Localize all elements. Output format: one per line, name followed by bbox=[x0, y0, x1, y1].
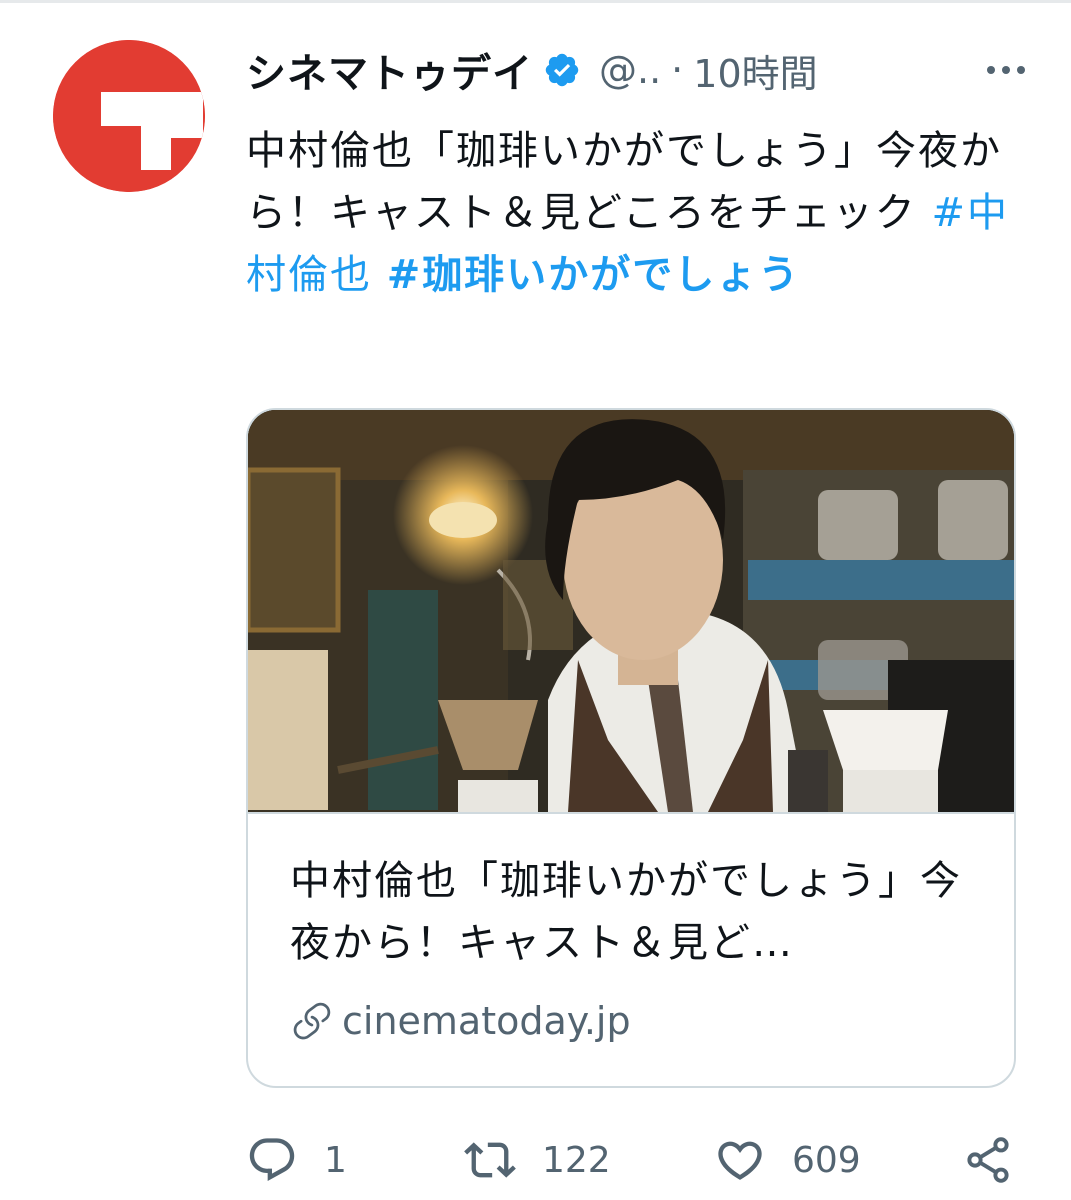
top-divider bbox=[0, 0, 1071, 3]
account-name[interactable]: シネマトゥデイ bbox=[246, 41, 533, 99]
share-button[interactable] bbox=[962, 1130, 1014, 1190]
card-domain[interactable]: cinematoday.jp bbox=[290, 996, 631, 1046]
reply-button[interactable]: 1 bbox=[246, 1130, 347, 1190]
verified-badge-icon bbox=[545, 53, 579, 87]
cinematoday-logo-icon bbox=[53, 40, 205, 192]
tweet-header: シネマトゥデイ @.. · 10時間 bbox=[246, 40, 1036, 100]
link-card[interactable]: 中村倫也「珈琲いかがでしょう」今夜から！キャスト＆見ど… cinematoday… bbox=[246, 408, 1016, 1088]
retweet-count: 122 bbox=[542, 1139, 611, 1181]
tweet-text: 中村倫也「珈琲いかがでしょう」今夜から！キャスト＆見どころをチェック bbox=[246, 128, 1002, 236]
account-handle[interactable]: @.. bbox=[599, 48, 661, 92]
share-icon bbox=[967, 1137, 1009, 1183]
retweet-button[interactable]: 122 bbox=[464, 1130, 611, 1190]
separator-dot: · bbox=[671, 48, 684, 92]
like-button[interactable]: 609 bbox=[714, 1130, 861, 1190]
like-count: 609 bbox=[792, 1139, 861, 1181]
tweet-actions: 1 122 609 bbox=[246, 1130, 1021, 1190]
tweet-body: 中村倫也「珈琲いかがでしょう」今夜から！キャスト＆見どころをチェック #中村倫也… bbox=[246, 120, 1016, 306]
card-domain-text: cinematoday.jp bbox=[342, 999, 631, 1043]
retweet-icon bbox=[464, 1142, 516, 1178]
more-options-icon[interactable] bbox=[976, 50, 1036, 90]
reply-count: 1 bbox=[324, 1139, 347, 1181]
tweet-timestamp[interactable]: 10時間 bbox=[693, 43, 817, 98]
card-image[interactable] bbox=[248, 410, 1014, 812]
reply-icon bbox=[249, 1138, 295, 1182]
hashtag-link[interactable]: #珈琲いかがでしょう bbox=[387, 252, 801, 298]
card-divider bbox=[248, 812, 1014, 814]
like-icon bbox=[718, 1141, 762, 1180]
card-title[interactable]: 中村倫也「珈琲いかがでしょう」今夜から！キャスト＆見ど… bbox=[290, 850, 990, 974]
link-icon bbox=[293, 1002, 331, 1040]
account-avatar[interactable] bbox=[53, 40, 205, 192]
